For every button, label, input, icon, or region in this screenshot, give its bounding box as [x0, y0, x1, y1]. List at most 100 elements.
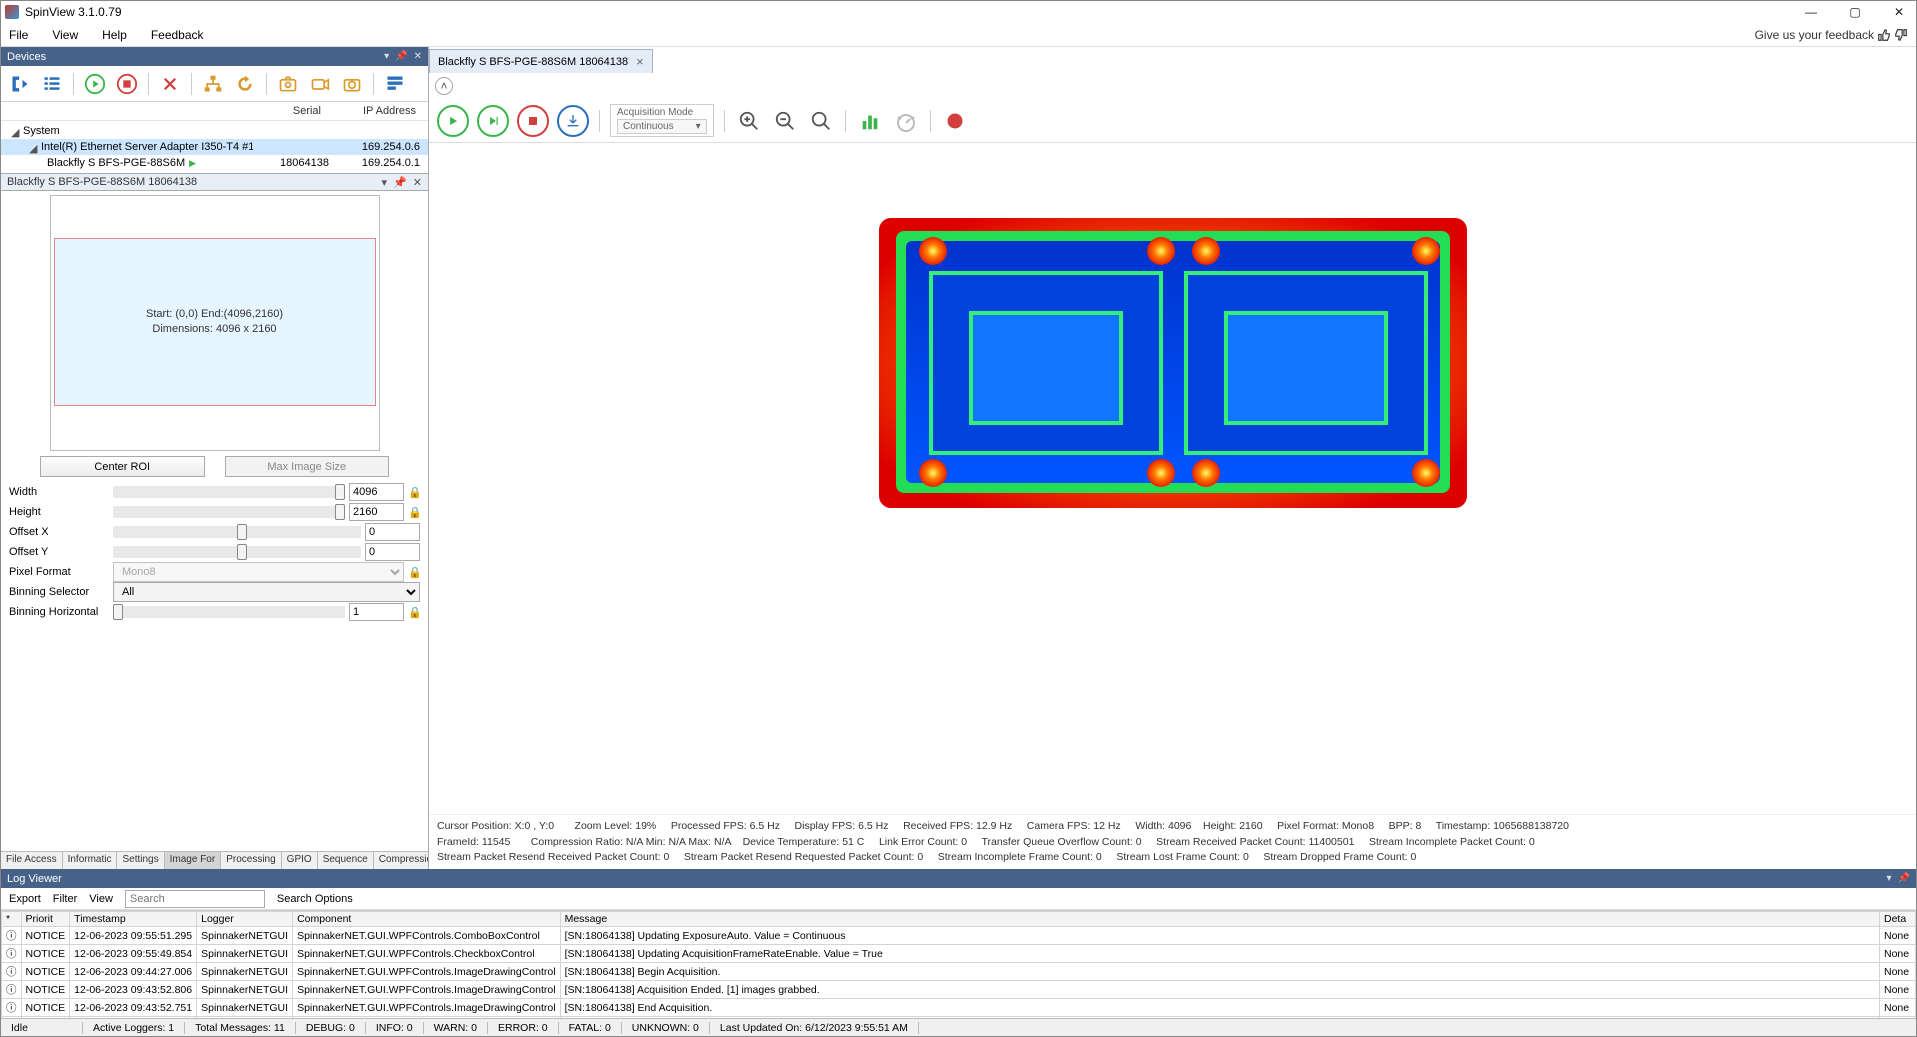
input-height[interactable]: [349, 503, 404, 521]
log-view[interactable]: View: [89, 893, 113, 905]
stream-toolbar: Acquisition Mode Continuous▾: [429, 99, 1916, 143]
minimize-button[interactable]: ―: [1804, 5, 1818, 19]
log-search-options[interactable]: Search Options: [277, 893, 353, 905]
pin-icon[interactable]: 📌: [395, 51, 407, 62]
play-single-button[interactable]: [477, 105, 509, 137]
play-icon[interactable]: [82, 71, 108, 97]
thumbs-up-icon[interactable]: [1877, 28, 1891, 42]
menu-feedback[interactable]: Feedback: [151, 28, 204, 42]
log-filter[interactable]: Filter: [53, 893, 77, 905]
log-row[interactable]: ⓘNOTICE12-06-2023 09:43:52.806SpinnakerN…: [2, 981, 1916, 999]
save-button[interactable]: [557, 105, 589, 137]
select-pixfmt[interactable]: Mono8: [113, 562, 404, 582]
log-export[interactable]: Export: [9, 893, 41, 905]
col-component[interactable]: Component: [293, 912, 561, 927]
col-priority[interactable]: Priorit: [21, 912, 70, 927]
doc-tab-camera[interactable]: Blackfly S BFS-PGE-88S6M 18064138 ×: [429, 49, 653, 73]
input-offy[interactable]: [365, 543, 420, 561]
lock-icon[interactable]: 🔒: [408, 506, 420, 518]
tab-gpio[interactable]: GPIO: [282, 852, 318, 869]
menu-help[interactable]: Help: [102, 28, 127, 42]
col-serial: Serial: [245, 102, 325, 120]
center-roi-button[interactable]: Center ROI: [40, 456, 205, 477]
col-timestamp[interactable]: Timestamp: [70, 912, 197, 927]
tab-compression[interactable]: Compressio: [374, 852, 428, 869]
col-message[interactable]: Message: [560, 912, 1879, 927]
play-button[interactable]: [437, 105, 469, 137]
log-row[interactable]: ⓘNOTICE12-06-2023 09:44:27.006SpinnakerN…: [2, 963, 1916, 981]
lock-icon[interactable]: 🔒: [408, 606, 420, 618]
snapshot-icon[interactable]: [275, 71, 301, 97]
log-row[interactable]: ⓘNOTICE12-06-2023 09:55:51.295SpinnakerN…: [2, 927, 1916, 945]
tab-informatic[interactable]: Informatic: [63, 852, 118, 869]
tab-processing[interactable]: Processing: [221, 852, 281, 869]
lock-icon[interactable]: 🔒: [408, 486, 420, 498]
stop-button[interactable]: [517, 105, 549, 137]
log-search-input[interactable]: [125, 890, 265, 908]
menu-view[interactable]: View: [52, 28, 78, 42]
devices-panel: Serial IP Address ◢ System ◢ Intel(R) Et…: [1, 66, 428, 173]
autohide-icon[interactable]: ▾: [384, 51, 389, 62]
max-image-size-button[interactable]: Max Image Size: [225, 456, 390, 477]
log-toolbar: Export Filter View Search Options: [1, 888, 1916, 910]
acq-select[interactable]: Continuous▾: [617, 119, 707, 134]
col-star[interactable]: *: [2, 912, 22, 927]
close-icon[interactable]: ✕: [413, 176, 422, 189]
tree-adapter[interactable]: ◢ Intel(R) Ethernet Server Adapter I350-…: [1, 139, 428, 155]
acquisition-mode-box: Acquisition Mode Continuous▾: [610, 104, 714, 137]
col-logger[interactable]: Logger: [197, 912, 293, 927]
refresh-icon[interactable]: [232, 71, 258, 97]
pin-icon[interactable]: 📌: [393, 176, 407, 189]
force-ip-icon[interactable]: [7, 71, 33, 97]
network-icon[interactable]: [200, 71, 226, 97]
input-width[interactable]: [349, 483, 404, 501]
feedback-label: Give us your feedback: [1755, 28, 1874, 42]
close-tab-icon[interactable]: ×: [636, 54, 644, 69]
zoom-in-icon[interactable]: [735, 107, 763, 135]
col-detail[interactable]: Deta: [1880, 912, 1916, 927]
col-ip: IP Address: [325, 102, 420, 120]
fps-icon[interactable]: [892, 107, 920, 135]
input-offx[interactable]: [365, 523, 420, 541]
tab-sequence[interactable]: Sequence: [318, 852, 374, 869]
camera-settings-icon[interactable]: [339, 71, 365, 97]
tree-system[interactable]: ◢ System: [1, 123, 428, 139]
lock-icon[interactable]: 🔒: [408, 566, 420, 578]
tab-image-format[interactable]: Image For: [165, 852, 222, 869]
select-binsel[interactable]: All: [113, 582, 420, 602]
status-error: ERROR: 0: [488, 1022, 559, 1034]
slider-binh[interactable]: [113, 606, 345, 618]
image-viewer[interactable]: [429, 143, 1916, 814]
maximize-button[interactable]: ▢: [1848, 5, 1862, 19]
record-video-icon[interactable]: [307, 71, 333, 97]
properties-icon[interactable]: [382, 71, 408, 97]
close-button[interactable]: ✕: [1892, 5, 1906, 19]
slider-width[interactable]: [113, 486, 345, 498]
pin-icon[interactable]: 📌: [1898, 873, 1910, 884]
log-row[interactable]: ⓘNOTICE12-06-2023 09:43:52.751SpinnakerN…: [2, 999, 1916, 1017]
close-icon[interactable]: ✕: [414, 51, 422, 62]
app-logo-icon: [5, 5, 19, 19]
menu-file[interactable]: File: [9, 28, 28, 42]
histogram-icon[interactable]: [856, 107, 884, 135]
slider-height[interactable]: [113, 506, 345, 518]
log-row[interactable]: ⓘNOTICE12-06-2023 09:55:49.854SpinnakerN…: [2, 945, 1916, 963]
autohide-icon[interactable]: ▾: [1887, 873, 1892, 884]
tree-camera[interactable]: Blackfly S BFS-PGE-88S6M▶ 18064138 169.2…: [1, 155, 428, 171]
list-icon[interactable]: [39, 71, 65, 97]
tab-settings[interactable]: Settings: [117, 852, 164, 869]
roi-viewport[interactable]: Start: (0,0) End:(4096,2160) Dimensions:…: [50, 195, 380, 451]
collapse-toolbar-icon[interactable]: ˄: [435, 77, 453, 95]
disconnect-icon[interactable]: [157, 71, 183, 97]
zoom-out-icon[interactable]: [771, 107, 799, 135]
autohide-icon[interactable]: ▾: [382, 176, 388, 189]
slider-offx[interactable]: [113, 526, 361, 538]
tab-file-access[interactable]: File Access: [1, 852, 63, 869]
log-table[interactable]: * Priorit Timestamp Logger Component Mes…: [1, 910, 1916, 1018]
zoom-fit-icon[interactable]: [807, 107, 835, 135]
input-binh[interactable]: [349, 603, 404, 621]
record-button[interactable]: [941, 107, 969, 135]
slider-offy[interactable]: [113, 546, 361, 558]
thumbs-down-icon[interactable]: [1894, 28, 1908, 42]
stop-icon[interactable]: [114, 71, 140, 97]
